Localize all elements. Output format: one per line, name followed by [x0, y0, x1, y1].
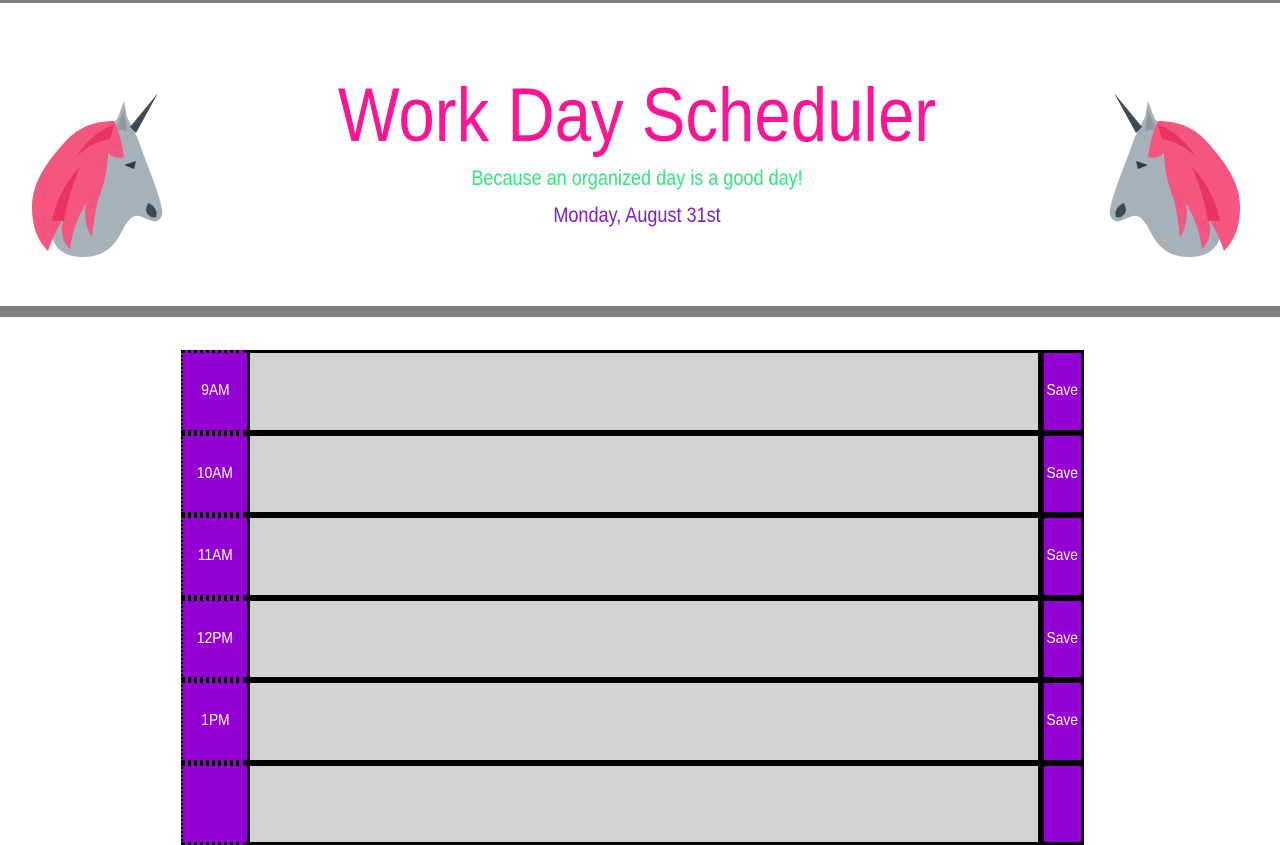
hour-label: 9AM	[181, 350, 247, 433]
time-block-row: 12PM Save	[181, 598, 1084, 681]
save-button[interactable]: Save	[1041, 598, 1084, 681]
event-description-input[interactable]	[247, 680, 1041, 763]
unicorn-icon	[1100, 71, 1260, 271]
page-tagline: Because an organized day is a good day!	[89, 166, 1185, 192]
header-divider	[0, 306, 1280, 317]
save-label: Save	[1047, 630, 1078, 648]
time-block-row: 9AM Save	[181, 350, 1084, 433]
save-button[interactable]	[1041, 763, 1084, 845]
time-block-row	[181, 763, 1084, 845]
hour-label: 1PM	[181, 680, 247, 763]
event-description-input[interactable]	[247, 433, 1041, 516]
hour-label: 12PM	[181, 598, 247, 681]
save-button[interactable]: Save	[1041, 350, 1084, 433]
time-block-row: 11AM Save	[181, 515, 1084, 598]
save-label: Save	[1047, 547, 1078, 565]
current-day: Monday, August 31st	[89, 203, 1185, 229]
save-button[interactable]: Save	[1041, 515, 1084, 598]
event-description-input[interactable]	[247, 598, 1041, 681]
hour-label: 11AM	[181, 515, 247, 598]
page-title: Work Day Scheduler	[89, 73, 1185, 159]
hour-label	[181, 763, 247, 845]
timeblock-container: 9AM Save 10AM Save 11AM Save 12PM Save 1…	[181, 350, 1084, 845]
hour-text: 10AM	[197, 465, 233, 483]
hour-label: 10AM	[181, 433, 247, 516]
hour-text: 11AM	[198, 547, 233, 565]
save-label: Save	[1047, 465, 1078, 483]
save-label: Save	[1047, 712, 1078, 730]
save-button[interactable]: Save	[1041, 433, 1084, 516]
time-block-row: 1PM Save	[181, 680, 1084, 763]
event-description-input[interactable]	[247, 515, 1041, 598]
event-description-input[interactable]	[247, 763, 1041, 845]
header-jumbotron: Work Day Scheduler Because an organized …	[0, 3, 1280, 306]
hour-text: 12PM	[197, 630, 233, 648]
save-label: Save	[1047, 382, 1078, 400]
hour-text: 1PM	[201, 712, 229, 730]
time-block-row: 10AM Save	[181, 433, 1084, 516]
save-button[interactable]: Save	[1041, 680, 1084, 763]
event-description-input[interactable]	[247, 350, 1041, 433]
hour-text: 9AM	[201, 382, 229, 400]
